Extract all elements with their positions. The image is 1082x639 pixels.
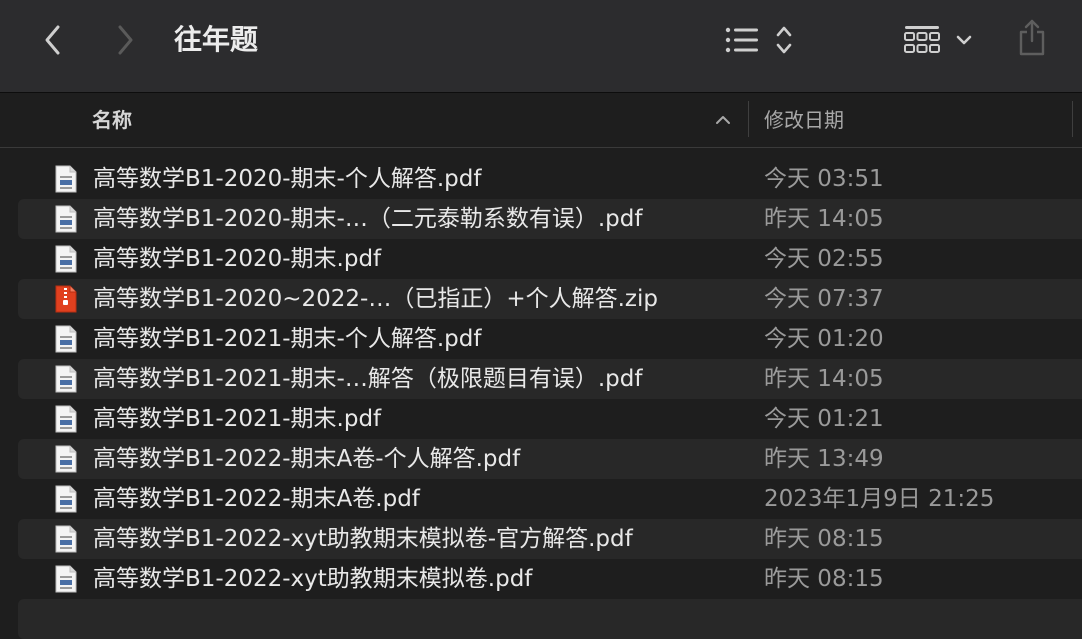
column-date-header[interactable]: 修改日期: [764, 107, 844, 133]
file-row[interactable]: 高等数学B1-2021-期末.pdf 今天 01:21: [18, 399, 1082, 439]
file-row[interactable]: 高等数学B1-2020-期末-个人解答.pdf 今天 03:51: [18, 159, 1082, 199]
pdf-file-icon: [54, 405, 78, 433]
file-modified-date: 今天 01:21: [764, 406, 884, 432]
column-divider[interactable]: [1072, 101, 1073, 137]
file-row[interactable]: 高等数学B1-2021-期末-…解答（极限题目有误）.pdf 昨天 14:05: [18, 359, 1082, 399]
file-row[interactable]: 高等数学B1-2020-期末-…（二元泰勒系数有误）.pdf 昨天 14:05: [18, 199, 1082, 239]
pdf-file-icon: [54, 445, 78, 473]
file-row[interactable]: 高等数学B1-2022-期末A卷-个人解答.pdf 昨天 13:49: [18, 439, 1082, 479]
pdf-file-icon: [54, 325, 78, 353]
empty-row: [18, 599, 1082, 639]
list-view-button[interactable]: [724, 24, 760, 56]
file-row[interactable]: 高等数学B1-2021-期末-个人解答.pdf 今天 01:20: [18, 319, 1082, 359]
file-modified-date: 昨天 14:05: [764, 206, 884, 232]
pdf-file-icon: [54, 165, 78, 193]
file-name: 高等数学B1-2022-期末A卷.pdf: [93, 486, 420, 512]
file-modified-date: 今天 03:51: [764, 166, 884, 192]
window-title: 往年题: [174, 23, 259, 56]
toolbar: 往年题: [0, 0, 1082, 93]
file-modified-date: 2023年1月9日 21:25: [764, 486, 995, 512]
file-modified-date: 昨天 08:15: [764, 566, 884, 592]
file-modified-date: 昨天 14:05: [764, 366, 884, 392]
pdf-file-icon: [54, 525, 78, 553]
group-button[interactable]: [902, 22, 942, 58]
file-modified-date: 今天 02:55: [764, 246, 884, 272]
sort-updown-icon: [776, 26, 792, 54]
pdf-file-icon: [54, 565, 78, 593]
file-row[interactable]: 高等数学B1-2022-xyt助教期末模拟卷.pdf 昨天 08:15: [18, 559, 1082, 599]
file-name: 高等数学B1-2021-期末.pdf: [93, 406, 382, 432]
file-name: 高等数学B1-2020~2022-…（已指正）+个人解答.zip: [93, 286, 658, 312]
file-modified-date: 今天 01:20: [764, 326, 884, 352]
sort-ascending-icon: [714, 111, 732, 130]
file-name: 高等数学B1-2022-期末A卷-个人解答.pdf: [93, 446, 521, 472]
file-name: 高等数学B1-2021-期末-…解答（极限题目有误）.pdf: [93, 366, 643, 392]
pdf-file-icon: [54, 205, 78, 233]
column-header: 名称 修改日期: [0, 93, 1082, 148]
file-row[interactable]: 高等数学B1-2020-期末.pdf 今天 02:55: [18, 239, 1082, 279]
chevron-down-icon: [956, 35, 972, 45]
group-menu-button[interactable]: [954, 30, 974, 50]
file-name: 高等数学B1-2021-期末-个人解答.pdf: [93, 326, 482, 352]
chevron-left-icon: [45, 25, 60, 55]
column-name-header[interactable]: 名称: [92, 107, 132, 133]
file-row[interactable]: 高等数学B1-2020~2022-…（已指正）+个人解答.zip 今天 07:37: [18, 279, 1082, 319]
back-button[interactable]: [36, 22, 70, 58]
file-modified-date: 昨天 08:15: [764, 526, 884, 552]
file-name: 高等数学B1-2020-期末-个人解答.pdf: [93, 166, 482, 192]
list-view-icon: [725, 27, 758, 53]
chevron-right-icon: [118, 25, 133, 55]
file-name: 高等数学B1-2022-xyt助教期末模拟卷-官方解答.pdf: [93, 526, 633, 552]
zip-archive-icon: [54, 285, 78, 313]
file-name: 高等数学B1-2022-xyt助教期末模拟卷.pdf: [93, 566, 533, 592]
file-modified-date: 昨天 13:49: [764, 446, 884, 472]
file-modified-date: 今天 07:37: [764, 286, 884, 312]
pdf-file-icon: [54, 245, 78, 273]
file-list: 高等数学B1-2020-期末-个人解答.pdf 今天 03:51 高等数学B1-20…: [0, 159, 1082, 639]
file-row[interactable]: 高等数学B1-2022-期末A卷.pdf 2023年1月9日 21:25: [18, 479, 1082, 519]
pdf-file-icon: [54, 485, 78, 513]
file-name: 高等数学B1-2020-期末.pdf: [93, 246, 382, 272]
file-row[interactable]: 高等数学B1-2022-xyt助教期末模拟卷-官方解答.pdf 昨天 08:15: [18, 519, 1082, 559]
share-icon: [1019, 19, 1045, 56]
pdf-file-icon: [54, 365, 78, 393]
forward-button[interactable]: [108, 22, 142, 58]
file-name: 高等数学B1-2020-期末-…（二元泰勒系数有误）.pdf: [93, 206, 643, 232]
share-button[interactable]: [1014, 16, 1050, 58]
column-divider[interactable]: [748, 101, 749, 137]
sort-button[interactable]: [772, 22, 796, 58]
icon-grid-icon: [904, 26, 940, 53]
